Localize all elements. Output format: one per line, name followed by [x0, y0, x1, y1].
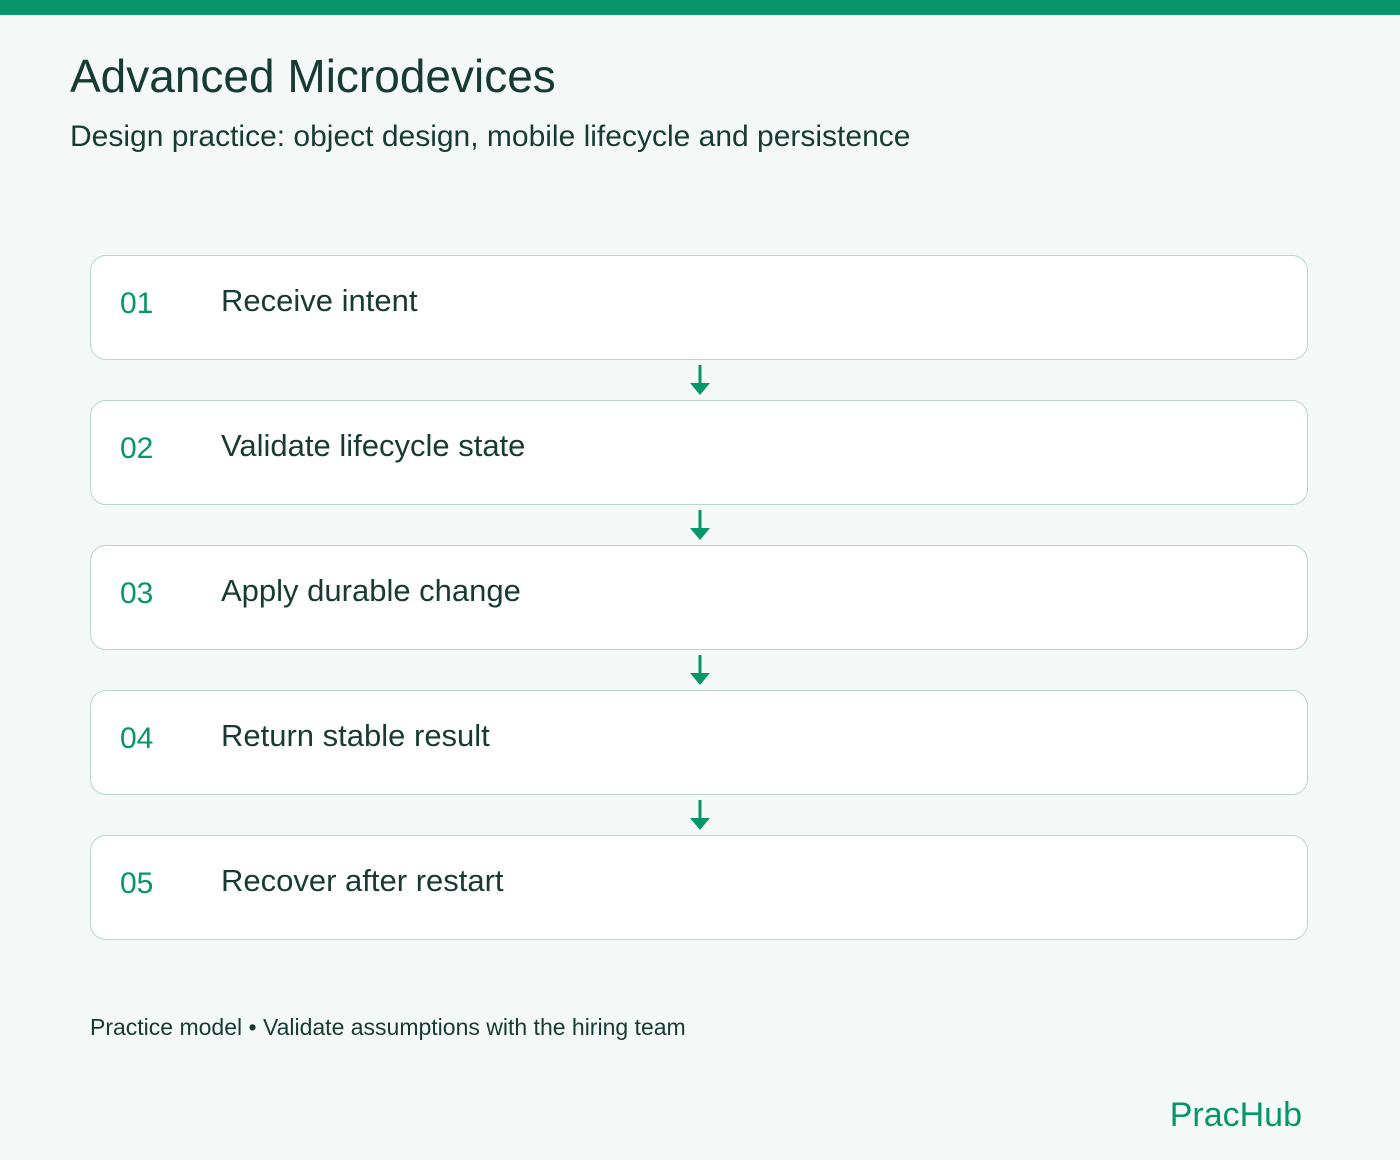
page-title: Advanced Microdevices	[70, 50, 556, 102]
step-label: Recover after restart	[221, 863, 504, 898]
step-label: Receive intent	[221, 283, 418, 318]
arrow-down-icon	[690, 510, 710, 540]
top-accent-bar	[0, 0, 1400, 15]
step-card-1: 01 Receive intent	[90, 255, 1308, 360]
step-number: 04	[120, 722, 154, 755]
step-card-4: 04 Return stable result	[90, 690, 1308, 795]
step-number: 02	[120, 432, 154, 465]
footer-note: Practice model • Validate assumptions wi…	[90, 1014, 686, 1040]
step-label: Validate lifecycle state	[221, 428, 526, 463]
step-number: 05	[120, 867, 154, 900]
arrow-down-icon	[690, 800, 710, 830]
step-label: Apply durable change	[221, 573, 521, 608]
step-number: 01	[120, 287, 154, 320]
step-number: 03	[120, 577, 154, 610]
brand-logo: PracHub	[1169, 1096, 1302, 1134]
arrow-down-icon	[690, 655, 710, 685]
step-card-3: 03 Apply durable change	[90, 545, 1308, 650]
step-card-5: 05 Recover after restart	[90, 835, 1308, 940]
step-label: Return stable result	[221, 718, 490, 753]
arrow-down-icon	[690, 365, 710, 395]
page-subtitle: Design practice: object design, mobile l…	[70, 120, 911, 153]
step-card-2: 02 Validate lifecycle state	[90, 400, 1308, 505]
